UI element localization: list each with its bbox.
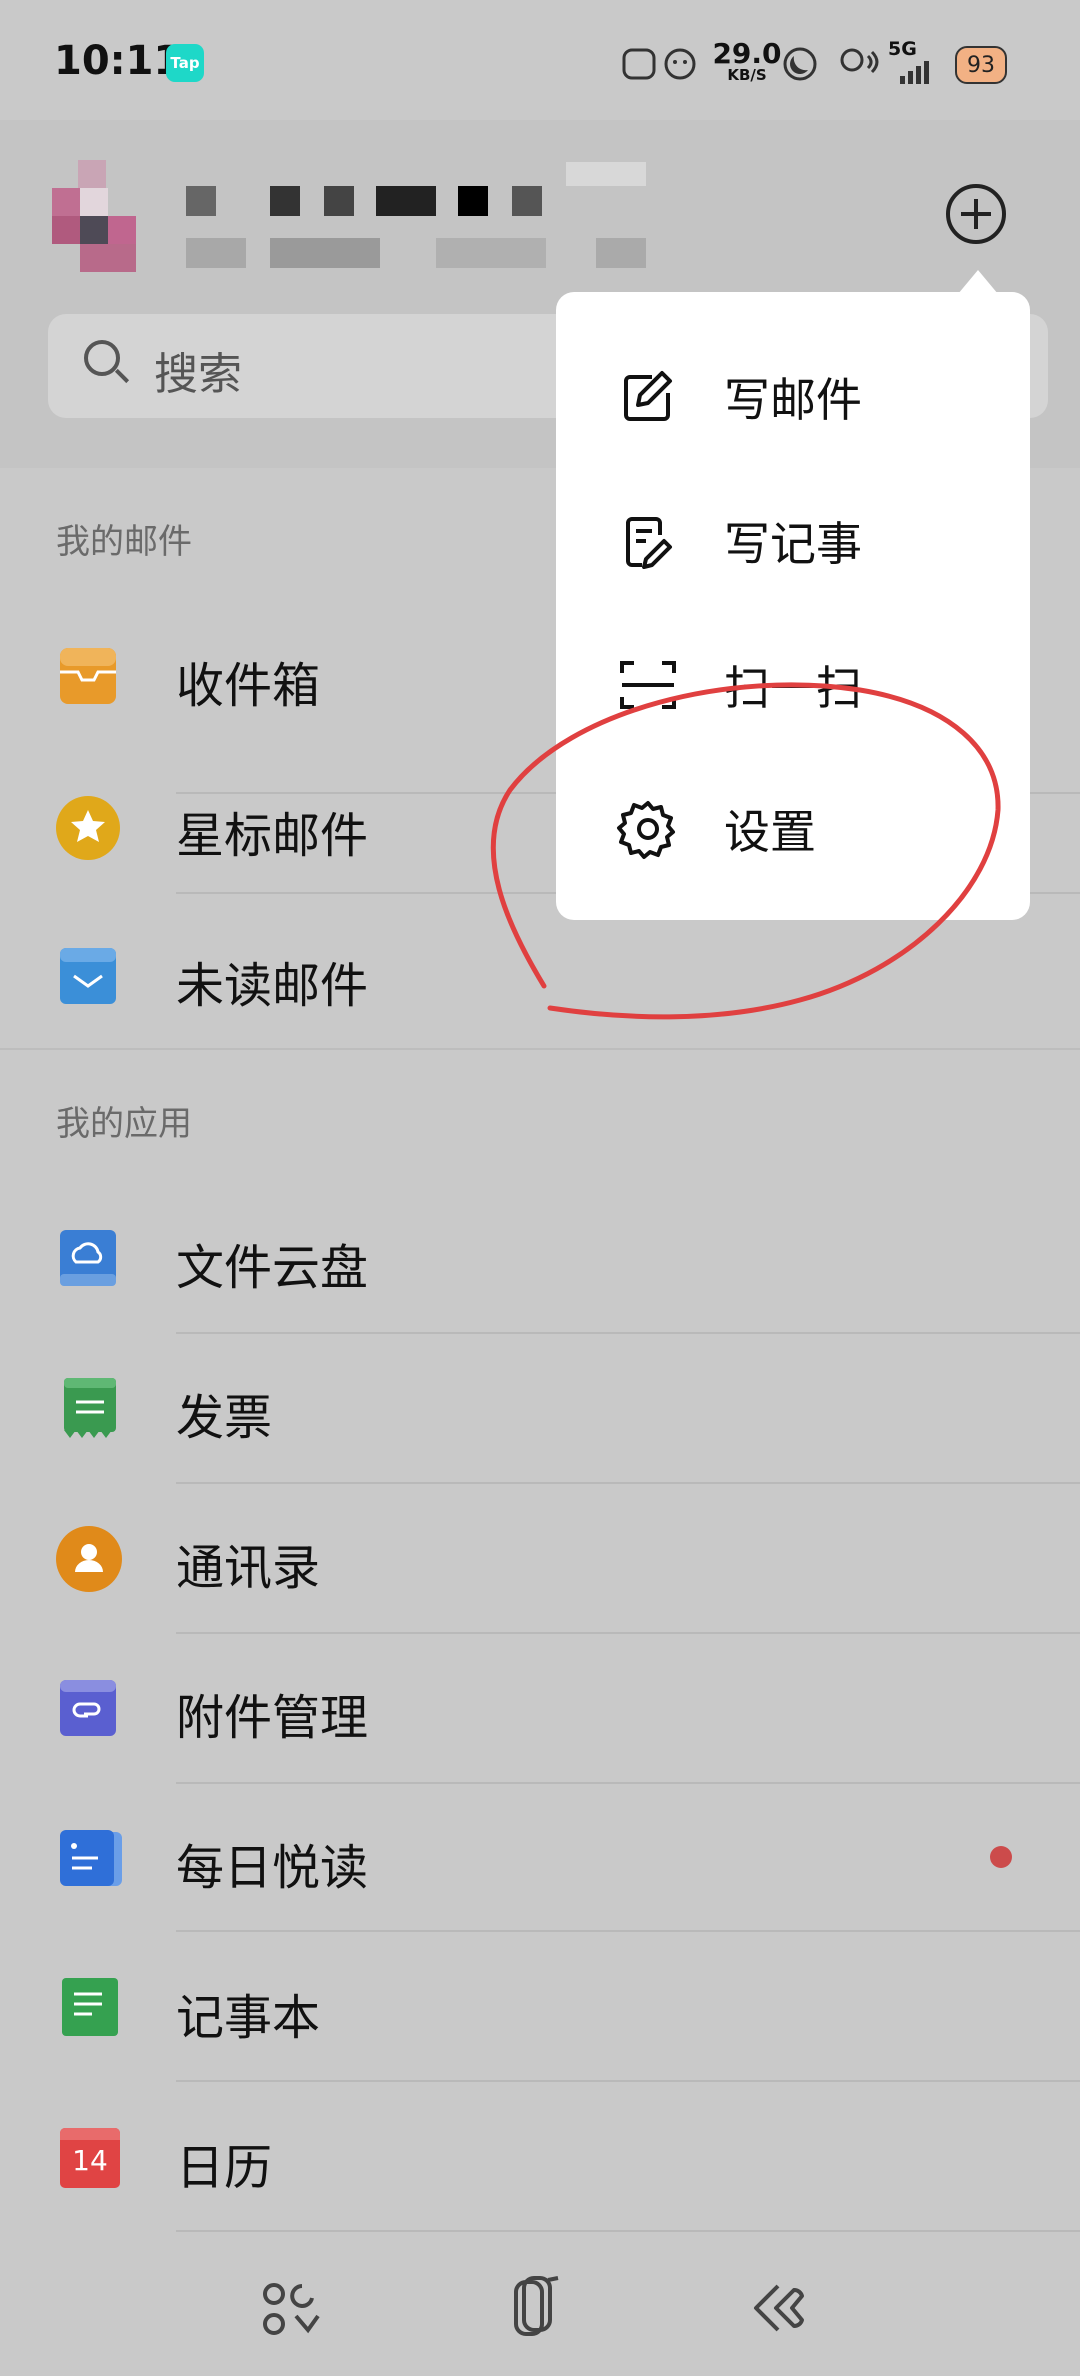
- divider: [176, 2230, 1080, 2232]
- divider: [176, 1632, 1080, 1634]
- divider: [176, 1482, 1080, 1484]
- cloud-drive-icon: [58, 1228, 118, 1288]
- note-edit-icon: [626, 517, 672, 569]
- divider: [176, 2080, 1080, 2082]
- search-placeholder: 搜索: [154, 349, 242, 400]
- list-item-label[interactable]: 发票: [176, 1378, 272, 1448]
- menu-item-label: 写记事: [724, 517, 862, 571]
- attachment-icon: [58, 1678, 118, 1738]
- unread-badge-dot: [990, 1846, 1012, 1868]
- list-item-label[interactable]: 记事本: [176, 1978, 320, 2048]
- scan-icon: [620, 661, 676, 709]
- search-icon: [84, 340, 120, 376]
- recent-apps-icon[interactable]: [258, 2280, 324, 2344]
- section-divider: [0, 1048, 1080, 1050]
- system-nav-bar: [0, 2240, 1080, 2376]
- add-menu-button[interactable]: [946, 184, 1006, 244]
- list-item-label[interactable]: 附件管理: [176, 1678, 368, 1748]
- divider: [176, 1332, 1080, 1334]
- list-item-label[interactable]: 通讯录: [176, 1528, 320, 1598]
- list-item-label[interactable]: 星标邮件: [176, 796, 368, 866]
- calendar-day: 14: [72, 2144, 108, 2177]
- menu-item-write-mail[interactable]: 写邮件: [616, 352, 1016, 442]
- unread-mail-icon: [58, 946, 118, 1006]
- menu-item-settings[interactable]: 设置: [616, 784, 1016, 874]
- popup-arrow: [958, 270, 998, 294]
- menu-item-label: 扫一扫: [724, 661, 862, 715]
- gear-icon: [617, 801, 675, 859]
- inbox-icon: [58, 646, 118, 706]
- star-icon: [56, 796, 120, 860]
- calendar-icon: 14: [60, 2128, 120, 2188]
- contacts-icon: [56, 1526, 122, 1592]
- menu-item-write-note[interactable]: 写记事: [616, 496, 1016, 586]
- invoice-icon: [62, 1376, 122, 1438]
- section-title-my-apps: 我的应用: [56, 1104, 192, 1144]
- menu-item-scan[interactable]: 扫一扫: [616, 640, 1016, 730]
- avatar[interactable]: [52, 160, 164, 272]
- account-name-blurred: [186, 162, 706, 222]
- list-item-inbox[interactable]: [0, 0, 1080, 148]
- list-item-label: 收件箱: [176, 658, 321, 714]
- list-item-label[interactable]: 日历: [176, 2128, 272, 2198]
- notebook-icon: [60, 1976, 120, 2036]
- home-icon[interactable]: [504, 2276, 564, 2346]
- section-title-my-mail: 我的邮件: [56, 522, 192, 562]
- list-item-label[interactable]: 每日悦读: [176, 1828, 368, 1898]
- list-item-label[interactable]: 文件云盘: [176, 1228, 368, 1298]
- divider: [176, 1782, 1080, 1784]
- back-icon[interactable]: [748, 2280, 808, 2340]
- list-item-label[interactable]: 未读邮件: [176, 946, 368, 1016]
- account-email-blurred: [186, 238, 706, 274]
- daily-reading-icon: [58, 1828, 122, 1888]
- edit-icon: [624, 371, 672, 421]
- menu-item-label: 写邮件: [724, 373, 862, 427]
- menu-item-label: 设置: [724, 805, 816, 859]
- divider: [176, 1930, 1080, 1932]
